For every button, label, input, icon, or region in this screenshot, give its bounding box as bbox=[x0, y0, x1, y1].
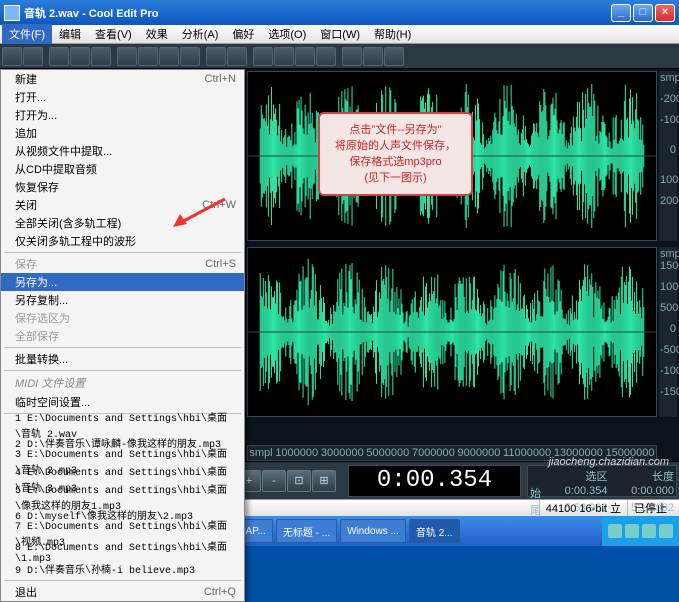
menu-save-as[interactable]: 另存为... bbox=[1, 273, 244, 291]
menu-file[interactable]: 文件(F) bbox=[2, 24, 52, 44]
tool-zoom-full[interactable] bbox=[316, 47, 336, 66]
annotation-callout: 点击"文件--另存为"将原始的人声文件保存，保存格式选mp3pro(见下一图示) bbox=[318, 112, 473, 196]
tool-zoom-sel[interactable] bbox=[253, 47, 273, 66]
menu-view[interactable]: 查看(V) bbox=[88, 24, 139, 44]
waveform-right-channel[interactable] bbox=[247, 247, 657, 417]
menu-append[interactable]: 追加 bbox=[1, 124, 244, 142]
time-display: 0:00.354 bbox=[348, 465, 521, 497]
menu-recent-1[interactable]: 1 E:\Documents and Settings\hbi\桌面\音轨 2.… bbox=[1, 416, 244, 434]
tool-paste[interactable] bbox=[159, 47, 179, 66]
zoom-out-button[interactable]: - bbox=[262, 470, 286, 492]
menu-exit[interactable]: 退出Ctrl+Q bbox=[1, 583, 244, 601]
menu-recent-9[interactable]: 9 D:\伴奏音乐\孙楠-i believe.mp3 bbox=[1, 560, 244, 578]
watermark: jiaocheng.chazidian.com bbox=[549, 456, 669, 468]
menu-recent-5[interactable]: 5 E:\Documents and Settings\hbi\桌面\像我这样的… bbox=[1, 488, 244, 506]
zoom-sel-button[interactable]: ⊞ bbox=[312, 470, 336, 492]
tray-icon[interactable] bbox=[625, 524, 639, 538]
waveform-area: 点击"文件--另存为"将原始的人声文件保存，保存格式选mp3pro(见下一图示)… bbox=[245, 69, 679, 461]
menu-help[interactable]: 帮助(H) bbox=[367, 24, 418, 44]
tool-edit[interactable] bbox=[23, 47, 43, 66]
file-menu-dropdown: 新建Ctrl+N 打开... 打开为... 追加 从视频文件中提取... 从CD… bbox=[0, 69, 245, 602]
menu-midi-header: MIDI 文件设置 bbox=[1, 373, 244, 393]
taskbar-item-active[interactable]: 音轨 2... bbox=[409, 519, 460, 543]
taskbar-item[interactable]: 无标题 - ... bbox=[276, 519, 337, 543]
menu-open-as[interactable]: 打开为... bbox=[1, 106, 244, 124]
waveform-left-channel[interactable]: 点击"文件--另存为"将原始的人声文件保存，保存格式选mp3pro(见下一图示) bbox=[247, 71, 657, 241]
tray-icon[interactable] bbox=[642, 524, 656, 538]
menu-recent-8[interactable]: 8 E:\Documents and Settings\hbi\桌面\1.mp3 bbox=[1, 542, 244, 560]
tool-prop[interactable] bbox=[384, 47, 404, 66]
minimize-button[interactable]: _ bbox=[611, 4, 631, 22]
tray-icon[interactable] bbox=[659, 524, 673, 538]
menu-open[interactable]: 打开... bbox=[1, 88, 244, 106]
tool-spectral[interactable] bbox=[342, 47, 362, 66]
window-buttons: _ □ × bbox=[611, 4, 675, 22]
selection-info: 选区长度 始0:00.3540:00.000 尾5:53.9825:15.982 bbox=[527, 465, 677, 497]
menu-save-all[interactable]: 全部保存 bbox=[1, 327, 244, 345]
tool-zoom-right[interactable] bbox=[295, 47, 315, 66]
tool-redo[interactable] bbox=[227, 47, 247, 66]
menu-window[interactable]: 窗口(W) bbox=[313, 24, 367, 44]
menu-effects[interactable]: 效果 bbox=[139, 24, 175, 44]
titlebar: 音轨 2.wav - Cool Edit Pro _ □ × bbox=[0, 0, 679, 25]
amplitude-ruler-left: smpl-20000-1000001000020000 bbox=[659, 71, 677, 241]
menu-save-copy[interactable]: 另存复制... bbox=[1, 291, 244, 309]
menu-options[interactable]: 选项(O) bbox=[261, 24, 313, 44]
close-button[interactable]: × bbox=[655, 4, 675, 22]
menu-new[interactable]: 新建Ctrl+N bbox=[1, 70, 244, 88]
tool-zoom-left[interactable] bbox=[274, 47, 294, 66]
menu-extract-video[interactable]: 从视频文件中提取... bbox=[1, 142, 244, 160]
title-text: 音轨 2.wav - Cool Edit Pro bbox=[24, 5, 611, 21]
amplitude-ruler-right: smpl150001000050000-5000-10000-15000 bbox=[659, 247, 677, 417]
status-state: 已停止 bbox=[627, 500, 673, 516]
zoom-full-button[interactable]: ⊡ bbox=[287, 470, 311, 492]
tool-paste-new[interactable] bbox=[180, 47, 200, 66]
app-body: 新建Ctrl+N 打开... 打开为... 追加 从视频文件中提取... 从CD… bbox=[0, 69, 679, 461]
menu-batch[interactable]: 批量转换... bbox=[1, 350, 244, 368]
tray-icon[interactable] bbox=[608, 524, 622, 538]
toolbar bbox=[0, 44, 679, 69]
tool-save[interactable] bbox=[91, 47, 111, 66]
menu-favorites[interactable]: 偏好 bbox=[225, 24, 261, 44]
menu-extract-cd[interactable]: 从CD中提取音频 bbox=[1, 160, 244, 178]
menu-save-sel[interactable]: 保存选区为 bbox=[1, 309, 244, 327]
menu-edit[interactable]: 编辑 bbox=[52, 24, 88, 44]
menubar: 文件(F) 编辑 查看(V) 效果 分析(A) 偏好 选项(O) 窗口(W) 帮… bbox=[0, 25, 679, 44]
tool-undo[interactable] bbox=[206, 47, 226, 66]
tool-multitrack[interactable] bbox=[2, 47, 22, 66]
tool-cut[interactable] bbox=[117, 47, 137, 66]
tool-new[interactable] bbox=[49, 47, 69, 66]
menu-close-waves[interactable]: 仅关闭多轨工程中的波形 bbox=[1, 232, 244, 250]
status-format: 44100 16-bit 立 bbox=[539, 500, 627, 516]
annotation-arrow-2 bbox=[170, 194, 230, 229]
menu-analyze[interactable]: 分析(A) bbox=[175, 24, 226, 44]
tool-copy[interactable] bbox=[138, 47, 158, 66]
taskbar-item[interactable]: Windows ... bbox=[340, 519, 406, 543]
menu-save[interactable]: 保存Ctrl+S bbox=[1, 255, 244, 273]
tool-freq[interactable] bbox=[363, 47, 383, 66]
tool-open[interactable] bbox=[70, 47, 90, 66]
app-icon bbox=[4, 5, 20, 21]
system-tray[interactable] bbox=[602, 516, 679, 546]
maximize-button[interactable]: □ bbox=[633, 4, 653, 22]
